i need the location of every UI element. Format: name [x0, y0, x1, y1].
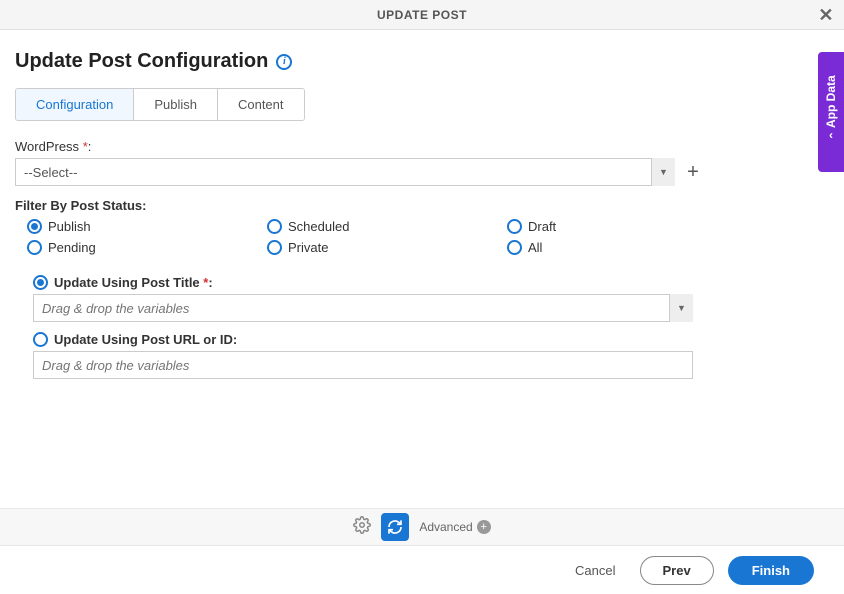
gear-icon[interactable] [353, 516, 371, 539]
radio-icon[interactable] [27, 240, 42, 255]
wordpress-label: WordPress *: [15, 139, 829, 154]
wordpress-select-input[interactable] [15, 158, 675, 186]
radio-update-title[interactable]: Update Using Post Title *: [33, 275, 829, 290]
radio-scheduled[interactable]: Scheduled [267, 219, 507, 234]
radio-icon[interactable] [267, 240, 282, 255]
chevron-left-icon: ‹ [829, 128, 833, 142]
app-data-panel-toggle[interactable]: ‹ App Data [818, 52, 844, 172]
radio-icon[interactable] [507, 240, 522, 255]
add-wordpress-button[interactable]: + [683, 162, 703, 182]
tabs: Configuration Publish Content [15, 88, 305, 121]
bottom-toolbar: Advanced + [0, 508, 844, 546]
tab-publish[interactable]: Publish [134, 89, 218, 120]
filter-label: Filter By Post Status: [15, 198, 829, 213]
plus-circle-icon: + [477, 520, 491, 534]
filter-radio-grid: Publish Scheduled Draft Pending Private … [27, 219, 829, 255]
update-title-input-wrap: ▼ [33, 294, 693, 322]
radio-all[interactable]: All [507, 240, 747, 255]
content-area: Update Post Configuration i Configuratio… [0, 30, 844, 379]
chevron-down-icon[interactable]: ▼ [669, 294, 693, 322]
refresh-button[interactable] [381, 513, 409, 541]
update-title-input[interactable] [33, 294, 693, 322]
radio-private[interactable]: Private [267, 240, 507, 255]
radio-pending[interactable]: Pending [27, 240, 267, 255]
radio-icon[interactable] [267, 219, 282, 234]
info-icon[interactable]: i [276, 54, 292, 70]
cancel-button[interactable]: Cancel [565, 557, 625, 584]
tab-configuration[interactable]: Configuration [16, 89, 134, 120]
tab-content[interactable]: Content [218, 89, 304, 120]
update-title-option: Update Using Post Title *: ▼ [33, 275, 829, 322]
update-url-option: Update Using Post URL or ID: [33, 332, 829, 379]
radio-icon[interactable] [507, 219, 522, 234]
wordpress-select-row: ▼ + [15, 158, 829, 186]
advanced-toggle[interactable]: Advanced + [419, 520, 490, 534]
page-title: Update Post Configuration [15, 50, 268, 73]
radio-draft[interactable]: Draft [507, 219, 747, 234]
wordpress-field: WordPress *: ▼ + [15, 139, 829, 186]
update-url-input[interactable] [33, 351, 693, 379]
title-row: Update Post Configuration i [15, 50, 829, 73]
prev-button[interactable]: Prev [640, 556, 714, 585]
close-icon[interactable]: ✕ [818, 5, 834, 26]
update-url-input-wrap [33, 351, 693, 379]
radio-icon[interactable] [33, 332, 48, 347]
finish-button[interactable]: Finish [728, 556, 814, 585]
filter-section: Filter By Post Status: Publish Scheduled… [15, 198, 829, 255]
modal-header: UPDATE POST ✕ [0, 0, 844, 30]
footer: Cancel Prev Finish [0, 546, 844, 594]
modal-title: UPDATE POST [377, 8, 467, 22]
radio-update-url[interactable]: Update Using Post URL or ID: [33, 332, 829, 347]
chevron-down-icon[interactable]: ▼ [651, 158, 675, 186]
radio-icon[interactable] [33, 275, 48, 290]
wordpress-select[interactable]: ▼ [15, 158, 675, 186]
radio-publish[interactable]: Publish [27, 219, 267, 234]
radio-icon[interactable] [27, 219, 42, 234]
